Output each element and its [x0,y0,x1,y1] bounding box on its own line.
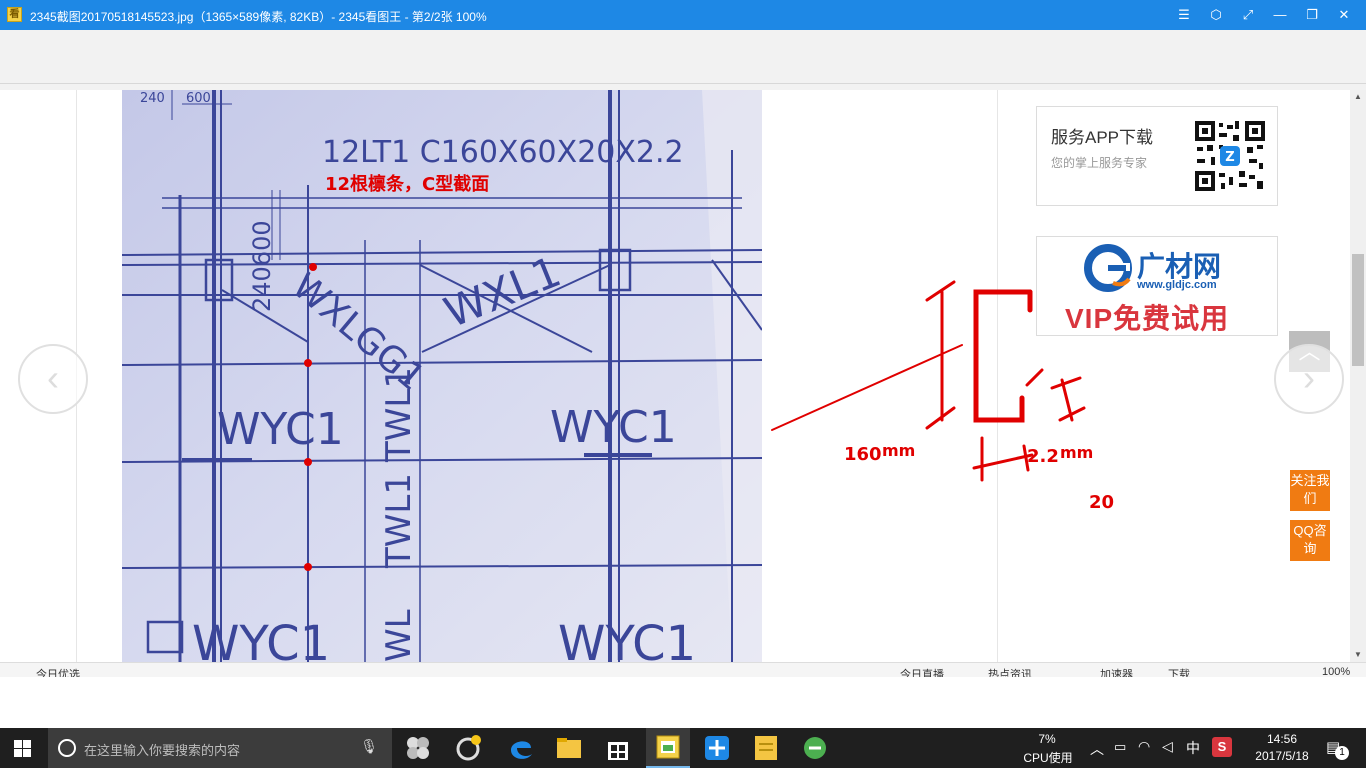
dim-height-unit: mm [882,441,915,460]
dim-600: 600 [186,91,211,106]
viewer-background [0,30,1366,90]
marker-dot [304,359,312,367]
restore-button[interactable]: ❐ [1299,5,1325,25]
taskbar-search-box[interactable]: 在这里输入你要搜索的内容 🎙 [48,728,392,768]
wyc1-label: WYC1 [558,616,696,662]
image-viewer-icon [656,735,680,759]
minimize-button[interactable]: — [1267,5,1293,25]
dim-thickness-unit: mm [1060,443,1093,462]
dim-240: 240 [140,91,165,106]
store-icon[interactable] [602,732,634,764]
image-scrollbar: ▲ ▼ [1350,90,1366,662]
twl-label: TWL1 [379,367,419,463]
close-button[interactable]: ✕ [1331,5,1357,25]
window-title: 2345截图20170518145523.jpg（1365×589像素, 82K… [30,10,487,24]
dim-240600: 240600 [248,220,276,312]
battery-icon[interactable]: ▭ [1114,739,1126,755]
volume-icon[interactable]: ◁ [1162,738,1173,755]
spec-label: 12LT1 C160X60X20X2.2 [322,135,684,170]
green-app-icon[interactable] [799,732,831,764]
cortana-icon [58,739,76,757]
status-left-text: 今日优选 [36,669,80,677]
fullscreen-icon[interactable]: ⤢ [1235,5,1261,25]
status-item: 今日直播 [900,669,944,677]
marker-dot [304,458,312,466]
app-download-title: 服务APP下载 [1051,128,1154,147]
blueprint-drawing: 12LT1 C160X60X20X2.2 240 600 240600 WYC1… [122,90,762,662]
notification-badge: 1 [1335,746,1349,760]
viewer-divider [0,83,1366,84]
task-view-icon[interactable] [402,732,434,764]
qr-code-icon[interactable]: Z [1193,119,1267,193]
qq-consult-button[interactable]: QQ咨询 [1290,520,1330,561]
prev-image-button[interactable]: ‹ [18,344,88,414]
file-explorer-icon[interactable] [553,732,585,764]
blueprint-photo: 12LT1 C160X60X20X2.2 240 600 240600 WYC1… [122,90,762,662]
sogou-ime-icon[interactable]: S [1212,737,1232,757]
microphone-icon[interactable]: 🎙 [360,738,378,755]
image-viewer-taskbar-button[interactable] [646,728,690,768]
search-placeholder: 在这里输入你要搜索的内容 [84,743,241,758]
edge-browser-icon[interactable] [505,732,537,764]
app-download-card[interactable]: 服务APP下载 您的掌上服务专家 Z [1036,106,1278,206]
status-item: 下载 [1168,669,1190,677]
wl-label: WL [379,609,419,662]
twl-label: TWL1 [379,473,419,569]
follow-us-button[interactable]: 关注我们 [1290,470,1330,511]
ad-slogan: VIP免费试用 [1065,303,1230,334]
wyc1-label: WYC1 [192,616,330,662]
annotation-text: 12根檩条，C型截面 [325,173,489,195]
chevron-left-icon: ‹ [47,357,59,398]
scrollbar-thumb [1352,254,1364,366]
skin-icon[interactable]: ⬡ [1203,5,1229,25]
scroll-up-arrow-icon: ▲ [1354,92,1362,101]
dim-thickness: 2.2 [1027,446,1059,467]
app-icon: 看 [7,7,22,22]
image-canvas: 12LT1 C160X60X20X2.2 240 600 240600 WYC1… [0,90,1366,662]
menu-icon[interactable]: ☰ [1171,5,1197,25]
marker-dot [304,563,312,571]
marker-dot [309,263,317,271]
clock-time[interactable]: 14:56 [1250,732,1314,746]
taskbar: 在这里输入你要搜索的内容 🎙 7% CPU使用 ︿ ▭ ◠ ◁ 中 S 14:5… [0,728,1366,768]
cpu-usage-percent: 7% [1038,732,1056,746]
tray-expand-icon[interactable]: ︿ [1090,739,1104,759]
dim-lip: 20 [1089,492,1114,513]
browser-360-icon[interactable] [452,732,484,764]
wyc1-label: WYC1 [550,402,677,453]
status-item: 热点资讯 [988,669,1032,677]
status-item: 100% [1322,666,1351,677]
vip-ad-banner[interactable]: 广材网 www.gldjc.com VIP免费试用 [1036,236,1278,336]
ad-brand-url: www.gldjc.com [1137,279,1217,291]
gldjc-logo-icon [1084,244,1132,292]
scroll-down-arrow-icon: ▼ [1354,650,1362,659]
ime-indicator[interactable]: 中 [1186,738,1200,758]
title-bar: 看 2345截图20170518145523.jpg（1365×589像素, 8… [0,0,1366,30]
status-item: 加速器 [1100,669,1133,677]
wifi-icon[interactable]: ◠ [1138,738,1150,755]
notepad-app-icon[interactable] [750,732,782,764]
cpu-usage-label: CPU使用 [1023,751,1073,765]
dim-height: 160 [844,444,882,465]
next-image-button[interactable]: › [1274,344,1344,414]
svg-text:Z: Z [1225,150,1234,165]
chevron-right-icon: › [1303,357,1315,398]
clock-date[interactable]: 2017/5/18 [1246,749,1318,763]
windows-start-icon[interactable] [14,740,31,757]
pinwheel-app-icon[interactable] [701,732,733,764]
browser-status-bar: 今日优选 今日直播 热点资讯 加速器 下载 100% [0,662,1366,677]
app-download-subtitle: 您的掌上服务专家 [1051,156,1148,170]
wyc1-label: WYC1 [217,404,344,455]
